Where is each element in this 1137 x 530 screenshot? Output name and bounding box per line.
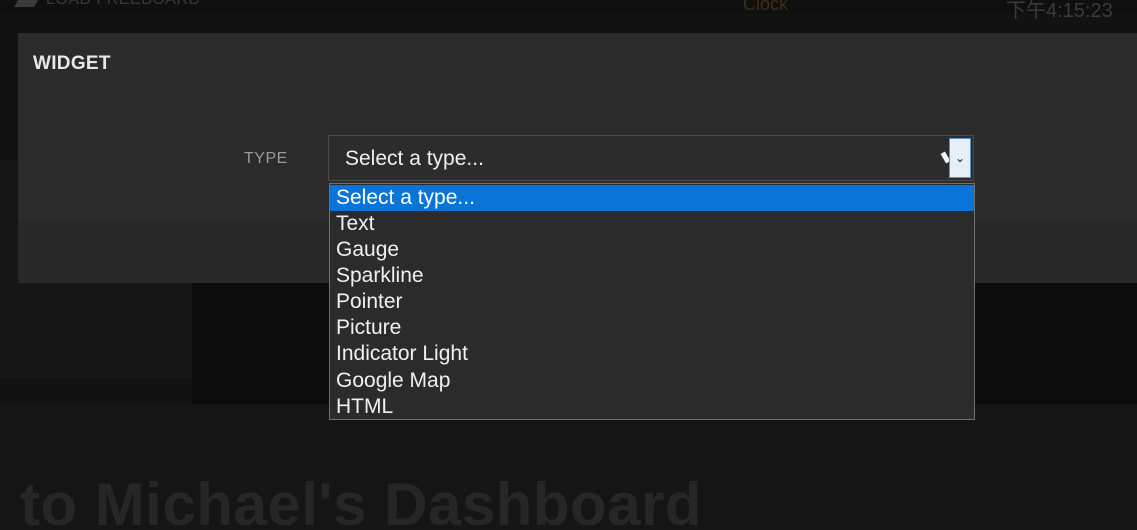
dialog-title: WIDGET <box>33 53 111 74</box>
type-field-label: TYPE <box>244 150 288 167</box>
clock-pane-title: Clock <box>743 0 789 14</box>
chevron-down-icon[interactable]: ⌄ <box>949 138 971 178</box>
dropdown-option-indicator-light[interactable]: Indicator Light <box>330 341 974 367</box>
type-select[interactable]: Select a type... ⌄ <box>328 135 974 181</box>
load-freeboard-label: LOAD FREEBOARD <box>46 0 201 8</box>
dialog-header: WIDGET <box>18 33 1137 93</box>
type-select-value: Select a type... <box>345 147 484 170</box>
dropdown-option-select-a-type[interactable]: Select a type... <box>330 185 974 211</box>
type-dropdown-list: Select a type... Text Gauge Sparkline Po… <box>329 183 975 420</box>
dropdown-option-google-map[interactable]: Google Map <box>330 368 974 394</box>
page: LOAD FREEBOARD Clock 下午4:15:23 to Michae… <box>0 0 1137 530</box>
dropdown-option-sparkline[interactable]: Sparkline <box>330 263 974 289</box>
dashboard-heading: to Michael's Dashboard <box>20 471 703 530</box>
dropdown-option-text[interactable]: Text <box>330 211 974 237</box>
load-freeboard-button: LOAD FREEBOARD <box>13 0 201 9</box>
clock-time-readout: 下午4:15:23 <box>1006 0 1113 22</box>
dropdown-option-pointer[interactable]: Pointer <box>330 289 974 315</box>
dropdown-option-gauge[interactable]: Gauge <box>330 237 974 263</box>
pencil-icon <box>13 0 43 7</box>
dropdown-option-html[interactable]: HTML <box>330 394 974 420</box>
dropdown-option-picture[interactable]: Picture <box>330 315 974 341</box>
